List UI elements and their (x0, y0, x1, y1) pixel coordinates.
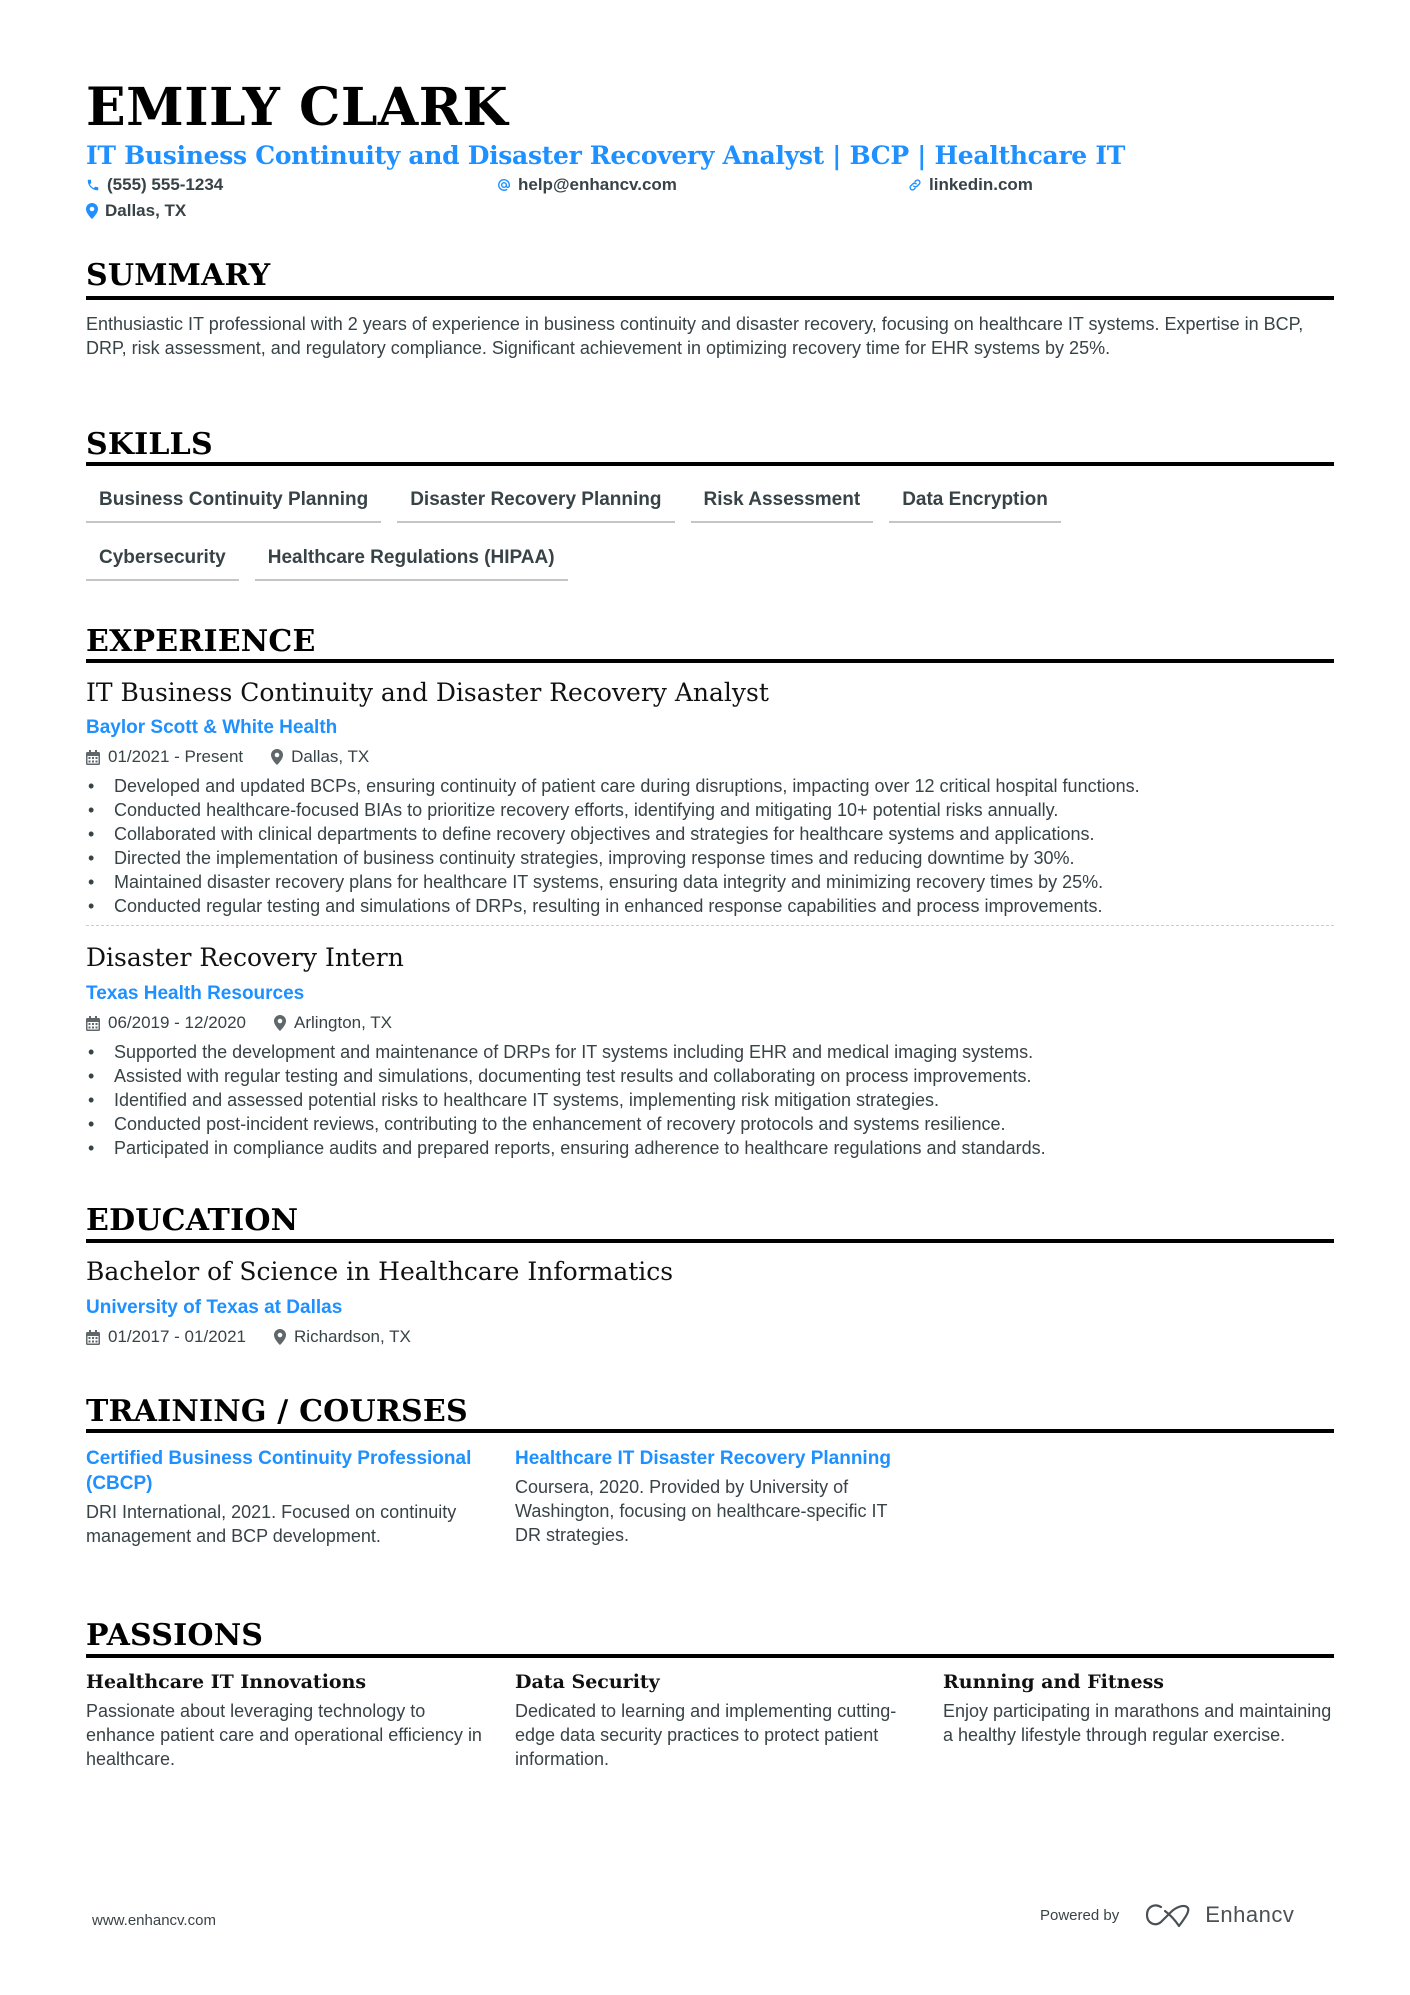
calendar-icon (86, 749, 100, 765)
passions-divider (86, 1654, 1334, 1658)
training-heading: TRAINING / COURSES (86, 1394, 468, 1429)
email-link[interactable]: help@enhancv.com (518, 174, 677, 196)
bullet-item: Conducted healthcare-focused BIAs to pri… (86, 798, 1334, 822)
job-dates: 01/2021 - Present (108, 747, 244, 766)
bullet-item: Assisted with regular testing and simula… (86, 1064, 1334, 1088)
company-name[interactable]: Baylor Scott & White Health (86, 716, 337, 740)
bullet-item: Supported the development and maintenanc… (86, 1040, 1334, 1064)
skills-divider (86, 462, 1334, 466)
passion-item: Healthcare IT Innovations Passionate abo… (86, 1670, 486, 1771)
linkedin-link[interactable]: linkedin.com (929, 174, 1033, 196)
skill-tag: Risk Assessment (690, 488, 874, 523)
job-bullets: Supported the development and maintenanc… (86, 1040, 1334, 1160)
bullet-item: Conducted regular testing and simulation… (86, 894, 1334, 918)
passions-heading: PASSIONS (86, 1618, 264, 1653)
bullet-item: Collaborated with clinical departments t… (86, 822, 1334, 846)
job-meta: 01/2021 - Present Dallas, TX (86, 746, 369, 768)
education-divider (86, 1239, 1334, 1243)
skills-row-2: Cybersecurity Healthcare Regulations (HI… (86, 546, 568, 581)
location-pin-icon (274, 1329, 287, 1345)
training-description: DRI International, 2021. Focused on cont… (86, 1502, 457, 1546)
job-bullets: Developed and updated BCPs, ensuring con… (86, 774, 1334, 918)
training-item: Healthcare IT Disaster Recovery Planning… (515, 1446, 915, 1547)
job-separator (86, 925, 1334, 926)
link-icon (909, 179, 921, 191)
passion-title: Running and Fitness (943, 1671, 1164, 1693)
job-title: IT Business Continuity and Disaster Reco… (86, 678, 769, 707)
education-dates: 01/2017 - 01/2021 (108, 1327, 247, 1346)
location-pin-icon (274, 1015, 287, 1031)
passion-description: Dedicated to learning and implementing c… (515, 1701, 897, 1769)
enhancv-logo-icon (1146, 1904, 1190, 1928)
bullet-item: Developed and updated BCPs, ensuring con… (86, 774, 1334, 798)
contact-phone: (555) 555-1234 (86, 174, 223, 196)
job-title: Disaster Recovery Intern (86, 943, 404, 972)
education-heading: EDUCATION (86, 1203, 299, 1238)
contact-location: Dallas, TX (86, 200, 186, 222)
training-title: Certified Business Continuity Profession… (86, 1448, 472, 1494)
education-meta: 01/2017 - 01/2021 Richardson, TX (86, 1326, 411, 1348)
training-item: Certified Business Continuity Profession… (86, 1446, 486, 1548)
job-location: Arlington, TX (294, 1013, 392, 1032)
passion-title: Data Security (515, 1671, 660, 1693)
skill-tag: Business Continuity Planning (86, 488, 382, 523)
skill-tag: Cybersecurity (86, 546, 239, 581)
bullet-item: Directed the implementation of business … (86, 846, 1334, 870)
experience-divider (86, 659, 1334, 663)
phone-icon (87, 179, 99, 191)
skills-row-1: Business Continuity Planning Disaster Re… (86, 488, 1061, 523)
skills-heading: SKILLS (86, 427, 213, 462)
location-text: Dallas, TX (105, 201, 187, 220)
bullet-item: Identified and assessed potential risks … (86, 1088, 1334, 1112)
location-pin-icon (271, 749, 284, 765)
training-divider (86, 1429, 1334, 1433)
job-meta: 06/2019 - 12/2020 Arlington, TX (86, 1012, 392, 1034)
bullet-item: Conducted post-incident reviews, contrib… (86, 1112, 1334, 1136)
training-description: Coursera, 2020. Provided by University o… (515, 1477, 888, 1545)
footer-branding: Powered by Enhancv (1040, 1902, 1294, 1928)
passion-description: Enjoy participating in marathons and mai… (943, 1701, 1332, 1745)
bullet-item: Participated in compliance audits and pr… (86, 1136, 1334, 1160)
skill-tag: Healthcare Regulations (HIPAA) (254, 546, 568, 581)
bullet-item: Maintained disaster recovery plans for h… (86, 870, 1334, 894)
footer-website[interactable]: www.enhancv.com (92, 1912, 216, 1929)
summary-text: Enthusiastic IT professional with 2 year… (86, 314, 1304, 358)
skill-tag: Disaster Recovery Planning (397, 488, 675, 523)
degree-title: Bachelor of Science in Healthcare Inform… (86, 1257, 674, 1286)
location-pin-icon (86, 203, 98, 219)
job-dates: 06/2019 - 12/2020 (108, 1013, 247, 1032)
summary-heading: SUMMARY (86, 258, 271, 293)
calendar-icon (86, 1329, 100, 1345)
candidate-title: IT Business Continuity and Disaster Reco… (86, 141, 1126, 170)
passion-title: Healthcare IT Innovations (86, 1671, 367, 1693)
training-title: Healthcare IT Disaster Recovery Planning (515, 1448, 891, 1469)
phone-text: (555) 555-1234 (107, 175, 224, 194)
summary-divider (86, 296, 1334, 300)
experience-heading: EXPERIENCE (86, 624, 316, 659)
contact-email[interactable]: help@enhancv.com (497, 174, 677, 196)
contact-linkedin[interactable]: linkedin.com (908, 174, 1033, 196)
enhancv-brand: Enhancv (1205, 1902, 1295, 1927)
skill-tag: Data Encryption (889, 488, 1061, 523)
passion-item: Running and Fitness Enjoy participating … (943, 1670, 1343, 1747)
school-name[interactable]: University of Texas at Dallas (86, 1296, 342, 1320)
company-name[interactable]: Texas Health Resources (86, 982, 304, 1006)
powered-by-label: Powered by (1040, 1906, 1120, 1924)
job-location: Dallas, TX (291, 747, 370, 766)
education-location: Richardson, TX (294, 1327, 411, 1346)
candidate-name: EMILY CLARK (86, 77, 509, 138)
passion-item: Data Security Dedicated to learning and … (515, 1670, 915, 1771)
passion-description: Passionate about leveraging technology t… (86, 1701, 482, 1769)
calendar-icon (86, 1015, 100, 1031)
at-icon (498, 179, 510, 191)
